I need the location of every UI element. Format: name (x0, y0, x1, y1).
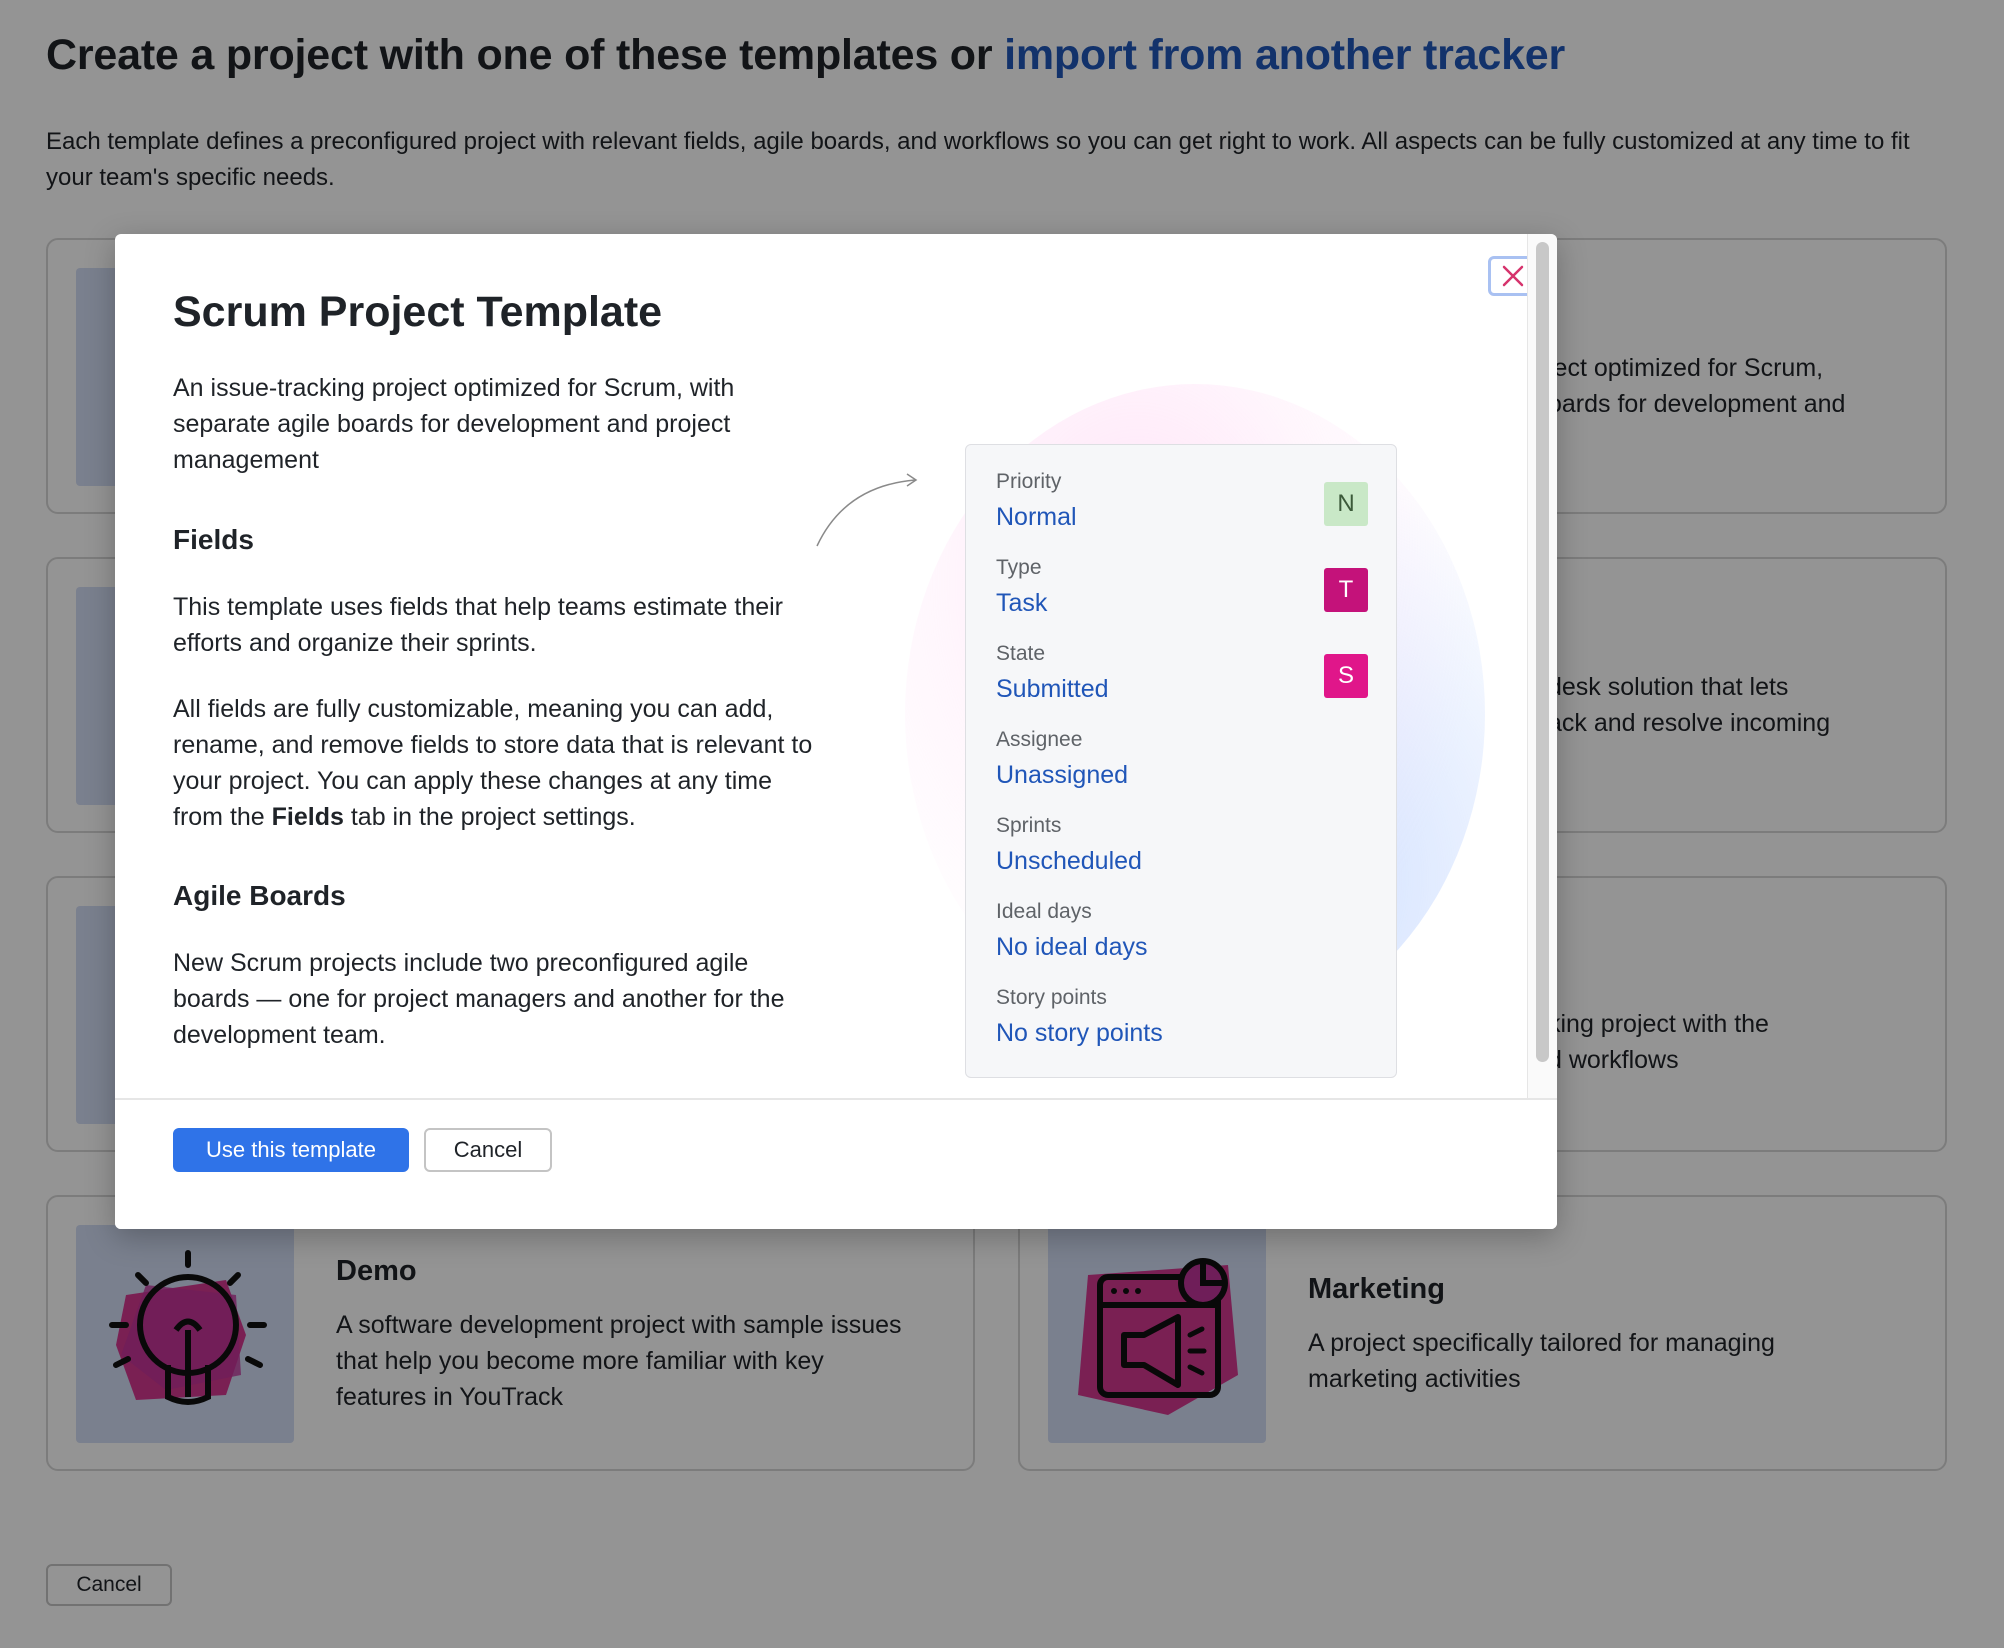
close-icon (1502, 265, 1524, 287)
field-label: Story points (996, 986, 1107, 1009)
template-description: An issue-tracking project optimized for … (173, 374, 735, 474)
field-value: Normal (996, 503, 1077, 531)
text-segment: tab in the project settings. (343, 803, 636, 831)
dialog-body: Scrum Project Template An issue-tracking… (115, 234, 1527, 1098)
field-priority: Priority Normal (996, 469, 1376, 535)
field-label: Priority (996, 470, 1062, 493)
curved-arrow-icon (816, 473, 918, 547)
field-ideal-days: Ideal days No ideal days (996, 899, 1376, 965)
type-badge: T (1324, 568, 1368, 612)
agile-boards-text: New Scrum projects include two preconfig… (173, 949, 785, 1049)
scrollbar-thumb[interactable] (1536, 242, 1549, 1062)
field-value: No ideal days (996, 933, 1148, 961)
field-label: Sprints (996, 814, 1062, 837)
field-label: Ideal days (996, 900, 1092, 923)
fields-text: This template uses fields that help team… (173, 593, 784, 657)
field-label: State (996, 642, 1046, 665)
template-details-dialog: Scrum Project Template An issue-tracking… (115, 234, 1557, 1229)
dialog-cancel-button[interactable]: Cancel (424, 1128, 552, 1172)
field-value: Task (996, 589, 1048, 617)
field-type: Type Task (996, 555, 1376, 621)
dialog-footer: Use this template Cancel (115, 1098, 1557, 1229)
state-badge: S (1324, 654, 1368, 698)
fields-customize-text: All fields are fully customizable, meani… (173, 691, 823, 835)
field-story-points: Story points No story points (996, 985, 1376, 1051)
close-button[interactable] (1488, 256, 1527, 296)
fields-heading: Fields (173, 524, 254, 555)
field-value: Unassigned (996, 761, 1129, 789)
field-label: Type (996, 556, 1042, 579)
field-label: Assignee (996, 728, 1083, 751)
field-value: No story points (996, 1019, 1163, 1047)
agile-boards-heading: Agile Boards (173, 880, 346, 911)
dialog-scrollbar[interactable] (1527, 234, 1557, 1098)
use-template-button[interactable]: Use this template (173, 1128, 409, 1172)
field-value: Submitted (996, 675, 1109, 703)
field-assignee: Assignee Unassigned (996, 727, 1376, 793)
dialog-title: Scrum Project Template (173, 288, 663, 336)
field-state: State Submitted (996, 641, 1376, 707)
priority-badge: N (1324, 482, 1368, 526)
fields-tab-emphasis: Fields (271, 803, 344, 831)
fields-preview-panel: Priority Normal N Type Task T State Subm… (965, 444, 1397, 1078)
field-sprints: Sprints Unscheduled (996, 813, 1376, 879)
field-value: Unscheduled (996, 847, 1142, 875)
